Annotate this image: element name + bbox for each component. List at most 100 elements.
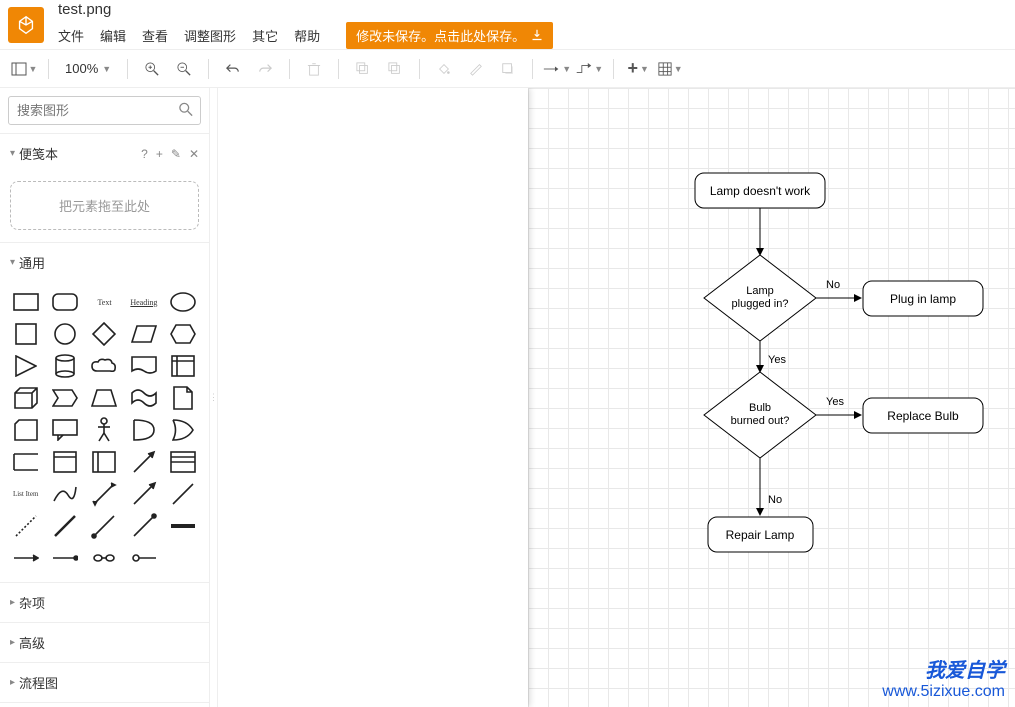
shape-callout[interactable]	[47, 416, 82, 444]
menu-file[interactable]: 文件	[58, 26, 84, 45]
save-button[interactable]: 修改未保存。点击此处保存。	[346, 22, 553, 49]
shape-triangle[interactable]	[8, 352, 43, 380]
sidebar: ▾ 便笺本 ? + ✎ ✕ 把元素拖至此处 ▾ 通用 Text Heading	[0, 88, 210, 707]
shape-and[interactable]	[126, 416, 161, 444]
svg-text:Bulb: Bulb	[749, 402, 771, 414]
shape-dashed-line[interactable]	[8, 512, 43, 540]
edge-label-yes2: Yes	[826, 396, 844, 408]
fill-color-button[interactable]	[430, 56, 458, 82]
menu-extras[interactable]: 其它	[252, 26, 278, 45]
general-panel-header[interactable]: ▾ 通用	[0, 243, 209, 282]
shape-square[interactable]	[8, 320, 43, 348]
shape-cloud[interactable]	[87, 352, 122, 380]
chevron-right-icon: ▸	[10, 637, 15, 648]
shape-hexagon[interactable]	[166, 320, 201, 348]
shape-circle[interactable]	[47, 320, 82, 348]
shape-text[interactable]: Text	[87, 288, 122, 316]
node-replace: Replace Bulb	[887, 409, 959, 423]
shape-link[interactable]	[87, 544, 122, 572]
shape-hline-dot[interactable]	[47, 544, 82, 572]
connection-button[interactable]: ▼	[543, 56, 571, 82]
shape-card[interactable]	[8, 416, 43, 444]
zoom-value: 100%	[65, 61, 98, 76]
chevron-right-icon: ▸	[10, 597, 15, 608]
shape-line[interactable]	[166, 480, 201, 508]
delete-button[interactable]	[300, 56, 328, 82]
shape-internal-storage[interactable]	[166, 352, 201, 380]
app-logo	[8, 7, 44, 43]
node-repair: Repair Lamp	[726, 528, 795, 542]
general-title: 通用	[19, 253, 45, 272]
scratchpad-dropzone[interactable]: 把元素拖至此处	[10, 181, 199, 230]
canvas[interactable]: No Yes Yes No Lamp doesn't work Lamp plu…	[218, 88, 1015, 707]
shape-curve[interactable]	[47, 480, 82, 508]
shape-container2[interactable]	[87, 448, 122, 476]
search-input[interactable]	[8, 96, 201, 125]
zoom-out-button[interactable]	[170, 56, 198, 82]
to-back-button[interactable]	[381, 56, 409, 82]
shape-actor[interactable]	[87, 416, 122, 444]
shape-tape[interactable]	[126, 384, 161, 412]
menu-view[interactable]: 查看	[142, 26, 168, 45]
shape-cylinder[interactable]	[47, 352, 82, 380]
menu-help[interactable]: 帮助	[294, 26, 320, 45]
category-advanced[interactable]: ▸高级	[0, 623, 209, 662]
svg-text:burned out?: burned out?	[731, 415, 790, 427]
help-icon[interactable]: ?	[141, 147, 148, 161]
shape-hline-arrow[interactable]	[8, 544, 43, 572]
shape-rect[interactable]	[8, 288, 43, 316]
redo-button[interactable]	[251, 56, 279, 82]
shape-diamond[interactable]	[87, 320, 122, 348]
shape-ellipse[interactable]	[166, 288, 201, 316]
insert-button[interactable]: +▼	[624, 56, 652, 82]
shape-bidir-arrow[interactable]	[87, 480, 122, 508]
shape-note[interactable]	[166, 384, 201, 412]
shape-list[interactable]	[166, 448, 201, 476]
undo-button[interactable]	[219, 56, 247, 82]
svg-text:plugged in?: plugged in?	[732, 298, 789, 310]
shape-step[interactable]	[47, 384, 82, 412]
shape-arrow[interactable]	[126, 480, 161, 508]
zoom-in-button[interactable]	[138, 56, 166, 82]
shadow-button[interactable]	[494, 56, 522, 82]
sidebar-resize-handle[interactable]: ⋮	[210, 88, 218, 707]
filename[interactable]: test.png	[58, 1, 553, 18]
shape-trapezoid[interactable]	[87, 384, 122, 412]
category-misc[interactable]: ▸杂项	[0, 583, 209, 622]
menu-arrange[interactable]: 调整图形	[184, 26, 236, 45]
line-color-button[interactable]	[462, 56, 490, 82]
toolbar: ▼ 100%▼ ▼ ▼ +▼ ▼	[0, 50, 1015, 88]
chevron-right-icon: ▸	[10, 677, 15, 688]
view-mode-button[interactable]: ▼	[10, 56, 38, 82]
search-icon[interactable]	[179, 102, 193, 119]
edge-label-no1: No	[826, 279, 840, 291]
add-icon[interactable]: +	[156, 147, 163, 161]
shape-thick-line[interactable]	[166, 512, 201, 540]
watermark-line1: 我爱自学	[882, 654, 1005, 683]
shape-rounded-rect[interactable]	[47, 288, 82, 316]
shape-line2[interactable]	[47, 512, 82, 540]
menu-edit[interactable]: 编辑	[100, 26, 126, 45]
shape-document[interactable]	[126, 352, 161, 380]
shape-cube[interactable]	[8, 384, 43, 412]
shapes-palette: Text Heading	[0, 282, 209, 582]
shape-or[interactable]	[166, 416, 201, 444]
waypoints-button[interactable]: ▼	[575, 56, 603, 82]
shape-heading[interactable]: Heading	[126, 288, 161, 316]
shape-connector[interactable]	[126, 512, 161, 540]
zoom-select[interactable]: 100%▼	[59, 61, 117, 76]
table-button[interactable]: ▼	[656, 56, 684, 82]
shape-line3[interactable]	[87, 512, 122, 540]
shape-arrow-ne[interactable]	[126, 448, 161, 476]
edit-icon[interactable]: ✎	[171, 147, 181, 161]
close-icon[interactable]: ✕	[189, 147, 199, 161]
shape-list-item[interactable]: List Item	[8, 480, 43, 508]
save-button-label: 修改未保存。点击此处保存。	[356, 26, 525, 45]
shape-dot-tail[interactable]	[126, 544, 161, 572]
shape-datastore[interactable]	[8, 448, 43, 476]
shape-parallelogram[interactable]	[126, 320, 161, 348]
shape-container[interactable]	[47, 448, 82, 476]
scratchpad-panel-header[interactable]: ▾ 便笺本 ? + ✎ ✕	[0, 134, 209, 173]
category-flowchart[interactable]: ▸流程图	[0, 663, 209, 702]
to-front-button[interactable]	[349, 56, 377, 82]
